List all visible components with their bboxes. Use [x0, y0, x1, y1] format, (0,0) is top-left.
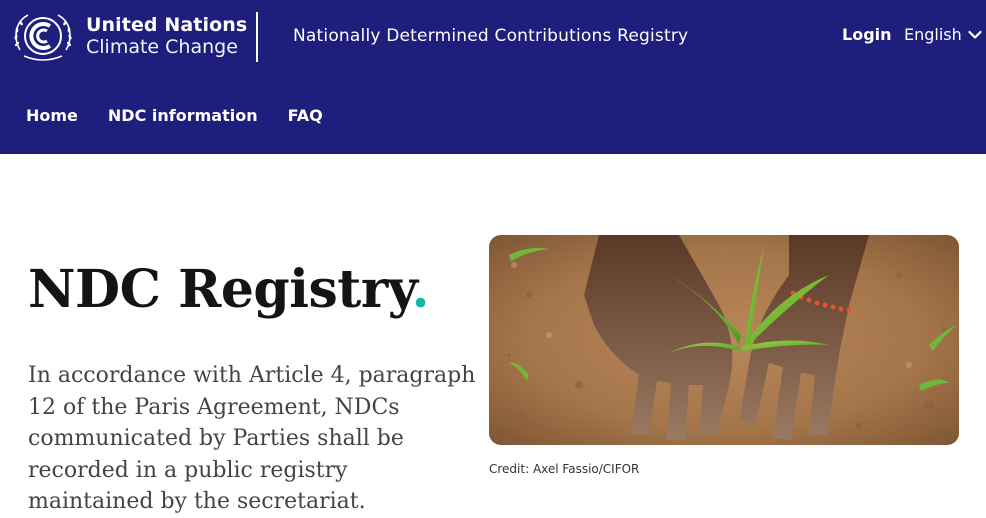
language-selector[interactable]: English: [904, 25, 982, 44]
title-accent-dot: .: [411, 259, 430, 320]
logo-text: United Nations Climate Change: [86, 14, 248, 59]
page-title: NDC Registry.: [28, 264, 430, 316]
header-divider: [256, 12, 258, 62]
hero-image: [489, 235, 959, 445]
chevron-down-icon: [968, 30, 982, 39]
org-name-line2: Climate Change: [86, 36, 238, 58]
registry-title[interactable]: Nationally Determined Contributions Regi…: [293, 26, 688, 46]
hands-planting-seedling-image: [489, 235, 959, 445]
language-label: English: [904, 25, 962, 44]
image-credit: Credit: Axel Fassio/CIFOR: [489, 462, 640, 476]
login-link[interactable]: Login: [842, 25, 892, 44]
nav-item-home[interactable]: Home: [26, 106, 78, 125]
org-name-line1: United Nations: [86, 14, 248, 37]
page-title-text: NDC Registry: [28, 259, 412, 320]
un-climate-emblem-icon: [14, 14, 72, 61]
intro-paragraph: In accordance with Article 4, paragraph …: [28, 363, 476, 514]
main-nav: Home NDC information FAQ: [26, 106, 353, 125]
nav-item-faq[interactable]: FAQ: [288, 106, 323, 125]
nav-item-ndc-information[interactable]: NDC information: [108, 106, 258, 125]
site-header: United Nations Climate Change Nationally…: [0, 0, 986, 154]
site-logo[interactable]: United Nations Climate Change: [10, 10, 247, 64]
